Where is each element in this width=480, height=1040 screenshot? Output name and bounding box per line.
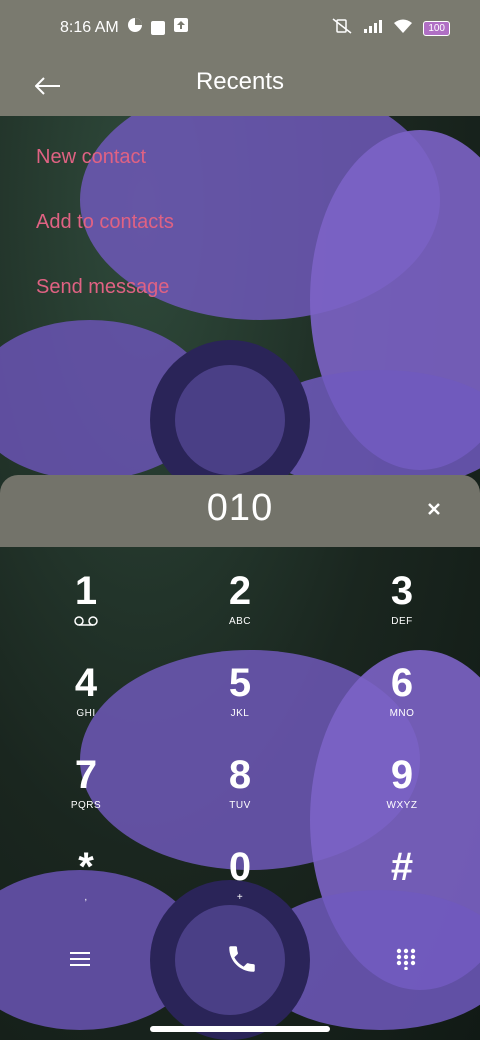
new-contact-button[interactable]: New contact bbox=[36, 130, 174, 195]
data-saver-icon bbox=[127, 17, 143, 38]
status-time: 8:16 AM bbox=[60, 18, 119, 36]
key-digit: 2 bbox=[228, 569, 252, 613]
clear-button[interactable] bbox=[418, 493, 450, 525]
key-letters: , bbox=[84, 892, 88, 903]
key-digit: 7 bbox=[74, 753, 98, 797]
battery-icon: 100 bbox=[423, 21, 450, 36]
upload-icon bbox=[173, 17, 189, 38]
status-bar: 8:16 AM 100 bbox=[0, 0, 480, 56]
menu-button[interactable] bbox=[56, 935, 104, 983]
key-digit: 5 bbox=[228, 661, 252, 705]
key-0[interactable]: 0 + bbox=[180, 846, 300, 926]
call-button[interactable] bbox=[218, 935, 266, 983]
key-digit: 8 bbox=[228, 753, 252, 797]
phone-icon bbox=[229, 946, 255, 972]
key-letters: GHI bbox=[76, 708, 96, 719]
page-title: Recents bbox=[195, 68, 285, 95]
key-digit: 0 bbox=[228, 845, 252, 889]
key-8[interactable]: 8 TUV bbox=[180, 754, 300, 834]
key-5[interactable]: 5 JKL bbox=[180, 662, 300, 742]
key-letters: PQRS bbox=[70, 800, 102, 811]
key-4[interactable]: 4 GHI bbox=[26, 662, 146, 742]
key-letters: DEF bbox=[391, 616, 413, 627]
dialed-number: 010 bbox=[206, 487, 274, 529]
dial-display: 010 bbox=[0, 475, 480, 547]
key-7[interactable]: 7 PQRS bbox=[26, 754, 146, 834]
key-letters: ABC bbox=[228, 616, 252, 627]
key-hash[interactable]: # bbox=[342, 846, 462, 926]
close-icon bbox=[428, 503, 440, 515]
header-bar: Recents bbox=[0, 56, 480, 116]
key-digit: # bbox=[390, 845, 414, 889]
key-digit: 9 bbox=[390, 753, 414, 797]
menu-icon bbox=[70, 952, 90, 966]
send-message-button[interactable]: Send message bbox=[36, 260, 174, 325]
key-3[interactable]: 3 DEF bbox=[342, 570, 462, 650]
key-9[interactable]: 9 WXYZ bbox=[342, 754, 462, 834]
vibrate-off-icon bbox=[331, 17, 353, 40]
key-2[interactable]: 2 ABC bbox=[180, 570, 300, 650]
contact-actions: New contact Add to contacts Send message bbox=[36, 130, 174, 325]
key-digit: 3 bbox=[390, 569, 414, 613]
key-6[interactable]: 6 MNO bbox=[342, 662, 462, 742]
wifi-icon bbox=[393, 18, 413, 39]
key-letters: MNO bbox=[389, 708, 415, 719]
signal-icon bbox=[363, 18, 383, 39]
home-indicator[interactable] bbox=[150, 1026, 330, 1032]
key-letters: + bbox=[236, 892, 244, 903]
key-digit: 4 bbox=[74, 661, 98, 705]
dialpad-toggle-button[interactable] bbox=[382, 935, 430, 983]
notification-icon bbox=[150, 20, 165, 35]
key-1[interactable]: 1 bbox=[26, 570, 146, 650]
key-letters: WXYZ bbox=[386, 800, 418, 811]
key-letters: TUV bbox=[229, 800, 251, 811]
key-letters: JKL bbox=[230, 708, 250, 719]
key-digit: * bbox=[78, 845, 94, 889]
dialpad-icon bbox=[396, 948, 416, 970]
add-to-contacts-button[interactable]: Add to contacts bbox=[36, 195, 174, 260]
voicemail-icon bbox=[26, 616, 146, 629]
key-digit: 1 bbox=[74, 569, 98, 613]
key-star[interactable]: * , bbox=[26, 846, 146, 926]
key-digit: 6 bbox=[390, 661, 414, 705]
